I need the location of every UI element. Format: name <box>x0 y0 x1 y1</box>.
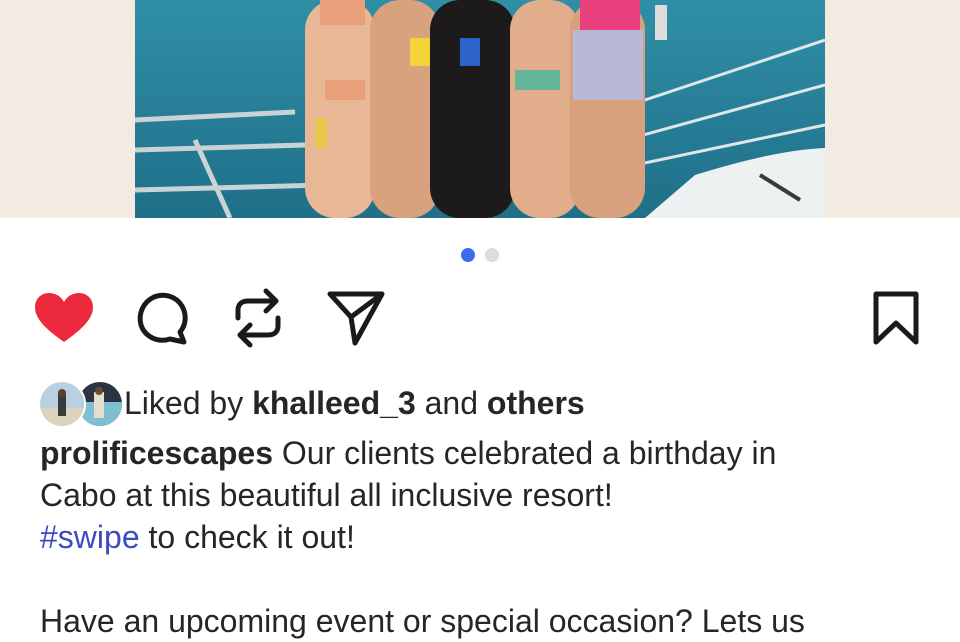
caption-line: prolificescapes Our clients celebrated a… <box>40 432 920 474</box>
boat-party-photo <box>135 0 825 218</box>
comment-icon <box>137 292 188 345</box>
caption-text-4: Have an upcoming event or special occasi… <box>40 603 805 639</box>
send-icon <box>327 291 385 346</box>
caption-line: #swipe to check it out! <box>40 516 920 558</box>
save-button[interactable] <box>864 286 928 350</box>
caption-username[interactable]: prolificescapes <box>40 435 273 471</box>
liked-by-text: Liked by khalleed_3 and others <box>124 385 585 422</box>
caption-line: Have an upcoming event or special occasi… <box>40 600 920 642</box>
caption-hashtag[interactable]: #swipe <box>40 519 140 555</box>
carousel-indicator <box>0 248 960 262</box>
post-caption: prolificescapes Our clients celebrated a… <box>40 432 920 642</box>
liker-username[interactable]: khalleed_3 <box>252 385 416 421</box>
bookmark-icon <box>873 291 919 345</box>
carousel-dot-active <box>461 248 475 262</box>
carousel-dot <box>485 248 499 262</box>
post-media[interactable] <box>0 0 960 218</box>
caption-line: Cabo at this beautiful all inclusive res… <box>40 474 920 516</box>
caption-text-2: Cabo at this beautiful all inclusive res… <box>40 477 613 513</box>
comment-button[interactable] <box>130 286 194 350</box>
heart-icon <box>35 293 93 342</box>
liker-avatars[interactable] <box>38 380 124 428</box>
caption-text-1: Our clients celebrated a birthday in <box>281 435 777 471</box>
share-button[interactable] <box>324 286 388 350</box>
avatar[interactable] <box>38 380 86 428</box>
repost-button[interactable] <box>226 286 290 350</box>
post-photo[interactable] <box>135 0 825 218</box>
repost-icon <box>235 288 281 348</box>
post-action-bar <box>0 286 960 356</box>
liked-by-prefix: Liked by <box>124 384 244 421</box>
liked-by-others[interactable]: others <box>487 385 585 421</box>
liked-by-row[interactable]: Liked by khalleed_3 and others <box>38 380 585 428</box>
liked-by-conjunction: and <box>424 384 479 421</box>
like-button[interactable] <box>32 286 96 350</box>
caption-text-3: to check it out! <box>148 519 355 555</box>
